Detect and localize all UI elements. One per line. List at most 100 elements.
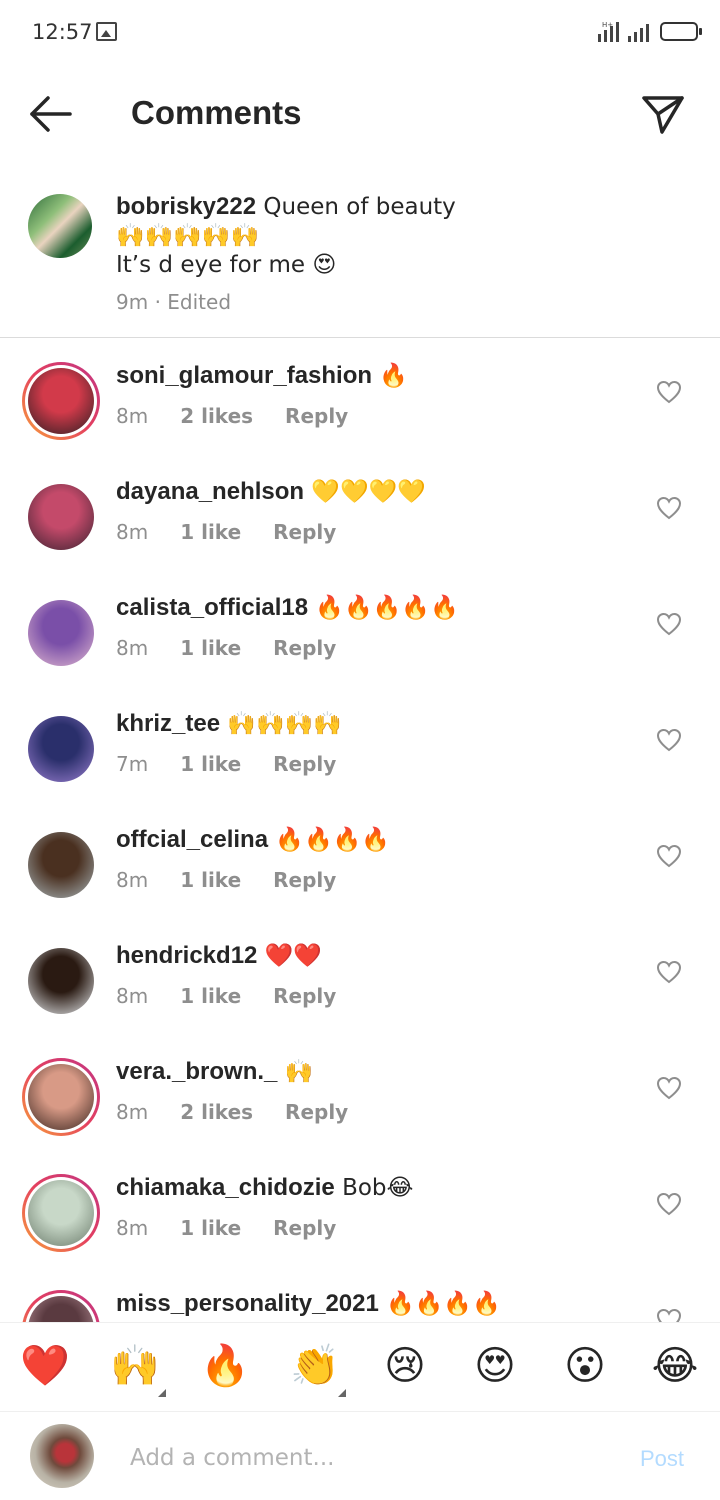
reply-button[interactable]: Reply (273, 752, 336, 776)
reply-button[interactable]: Reply (273, 868, 336, 892)
gallery-icon (96, 22, 117, 41)
heart-emoji-button[interactable]: ❤️ (15, 1341, 75, 1391)
comment-item: offcial_celina 🔥🔥🔥🔥 8m 1 like Reply (0, 804, 720, 920)
comment-likes[interactable]: 1 like (180, 1216, 241, 1240)
send-icon[interactable] (640, 94, 686, 136)
caption-line-1: Queen of beauty (263, 194, 456, 220)
comment-username[interactable]: hendrickd12 (116, 942, 257, 969)
comment-item: chiamaka_chidozie Bob😂 8m 1 like Reply (0, 1152, 720, 1268)
comment-username[interactable]: khriz_tee (116, 710, 220, 737)
comment-text: 💛💛💛💛 (311, 479, 426, 505)
quick-reactions-bar: ❤️ 🙌 🔥 👏 😢 😍 😮 😂 (0, 1322, 720, 1412)
heart-icon[interactable] (656, 728, 682, 752)
avatar[interactable] (28, 484, 94, 550)
comment-text: 🔥🔥🔥🔥🔥 (315, 595, 459, 621)
comment-likes[interactable]: 1 like (180, 984, 241, 1008)
reply-button[interactable]: Reply (273, 1216, 336, 1240)
comment-text: ❤️❤️ (264, 943, 322, 969)
post-button[interactable]: Post (640, 1446, 684, 1472)
avatar[interactable] (28, 948, 94, 1014)
skin-tone-indicator-icon (338, 1389, 346, 1397)
laughing-emoji-button[interactable]: 😂 (645, 1341, 705, 1391)
fire-emoji-button[interactable]: 🔥 (195, 1341, 255, 1391)
comment-input[interactable] (130, 1438, 610, 1478)
battery-icon (660, 22, 702, 41)
comment-text: 🔥🔥🔥🔥 (386, 1291, 501, 1317)
comment-time: 8m (116, 636, 149, 660)
avatar[interactable] (28, 1064, 94, 1130)
heart-icon[interactable] (656, 960, 682, 984)
comment-time: 8m (116, 520, 149, 544)
comment-time: 8m (116, 1100, 149, 1124)
heart-icon[interactable] (656, 380, 682, 404)
comment-time: 8m (116, 404, 149, 428)
comment-likes[interactable]: 2 likes (180, 404, 253, 428)
reply-button[interactable]: Reply (273, 520, 336, 544)
status-time: 12:57 (32, 20, 93, 44)
caption-line-2: 🙌🙌🙌🙌🙌 (116, 223, 260, 249)
heart-icon[interactable] (656, 1076, 682, 1100)
comment-text: 🔥🔥🔥🔥 (275, 827, 390, 853)
page-title: Comments (131, 94, 302, 131)
caption-text: bobrisky222 Queen of beauty 🙌🙌🙌🙌🙌 It’s d… (116, 192, 676, 280)
comment-text: 🔥 (379, 363, 408, 389)
comment-composer: Post (0, 1412, 720, 1500)
caption-edited: · Edited (154, 290, 232, 314)
comment-username[interactable]: dayana_nehlson (116, 478, 304, 505)
avatar[interactable] (28, 832, 94, 898)
comment-item: calista_official18 🔥🔥🔥🔥🔥 8m 1 like Reply (0, 572, 720, 688)
comment-time: 7m (116, 752, 149, 776)
avatar[interactable] (28, 194, 92, 258)
comment-likes[interactable]: 1 like (180, 636, 241, 660)
avatar[interactable] (28, 600, 94, 666)
avatar[interactable] (28, 368, 94, 434)
avatar[interactable] (28, 716, 94, 782)
crying-emoji-button[interactable]: 😢 (375, 1341, 435, 1391)
heart-icon[interactable] (656, 1192, 682, 1216)
comment-likes[interactable]: 1 like (180, 752, 241, 776)
comment-username[interactable]: offcial_celina (116, 826, 268, 853)
reply-button[interactable]: Reply (273, 636, 336, 660)
comment-item: hendrickd12 ❤️❤️ 8m 1 like Reply (0, 920, 720, 1036)
signal-icon-2 (628, 24, 649, 42)
surprised-emoji-button[interactable]: 😮 (555, 1341, 615, 1391)
comment-username[interactable]: chiamaka_chidozie (116, 1174, 335, 1201)
caption-username[interactable]: bobrisky222 (116, 193, 256, 220)
heart-eyes-emoji-button[interactable]: 😍 (465, 1341, 525, 1391)
comment-likes[interactable]: 2 likes (180, 1100, 253, 1124)
comment-item: dayana_nehlson 💛💛💛💛 8m 1 like Reply (0, 456, 720, 572)
comment-username[interactable]: calista_official18 (116, 594, 308, 621)
reply-button[interactable]: Reply (285, 1100, 348, 1124)
comment-username[interactable]: vera._brown._ (116, 1058, 277, 1085)
comment-text: Bob😂 (342, 1175, 414, 1201)
raising-hands-emoji-button[interactable]: 🙌 (105, 1341, 165, 1391)
skin-tone-indicator-icon (158, 1389, 166, 1397)
reply-button[interactable]: Reply (273, 984, 336, 1008)
comment-item: vera._brown._ 🙌 8m 2 likes Reply (0, 1036, 720, 1152)
comment-likes[interactable]: 1 like (180, 520, 241, 544)
caption-line-3: It’s d eye for me 😍 (116, 252, 337, 278)
comment-time: 8m (116, 868, 149, 892)
heart-icon[interactable] (656, 612, 682, 636)
comment-item: soni_glamour_fashion 🔥 8m 2 likes Reply (0, 340, 720, 456)
status-bar: 12:57 H+ (0, 0, 720, 66)
comment-username[interactable]: soni_glamour_fashion (116, 362, 372, 389)
comment-likes[interactable]: 1 like (180, 868, 241, 892)
heart-icon[interactable] (656, 844, 682, 868)
comment-time: 8m (116, 984, 149, 1008)
comment-username[interactable]: miss_personality_2021 (116, 1290, 379, 1317)
comment-text: 🙌🙌🙌🙌 (227, 711, 342, 737)
clapping-emoji-button[interactable]: 👏 (285, 1341, 345, 1391)
caption-time: 9m (116, 290, 149, 314)
avatar (30, 1424, 94, 1488)
back-arrow-icon[interactable] (26, 94, 76, 134)
comment-item: khriz_tee 🙌🙌🙌🙌 7m 1 like Reply (0, 688, 720, 804)
comment-time: 8m (116, 1216, 149, 1240)
svg-text:H+: H+ (602, 21, 613, 29)
reply-button[interactable]: Reply (285, 404, 348, 428)
header: Comments (0, 66, 720, 162)
avatar[interactable] (28, 1180, 94, 1246)
signal-icon: H+ (598, 21, 619, 42)
caption-meta: 9m · Edited (116, 290, 231, 314)
heart-icon[interactable] (656, 496, 682, 520)
